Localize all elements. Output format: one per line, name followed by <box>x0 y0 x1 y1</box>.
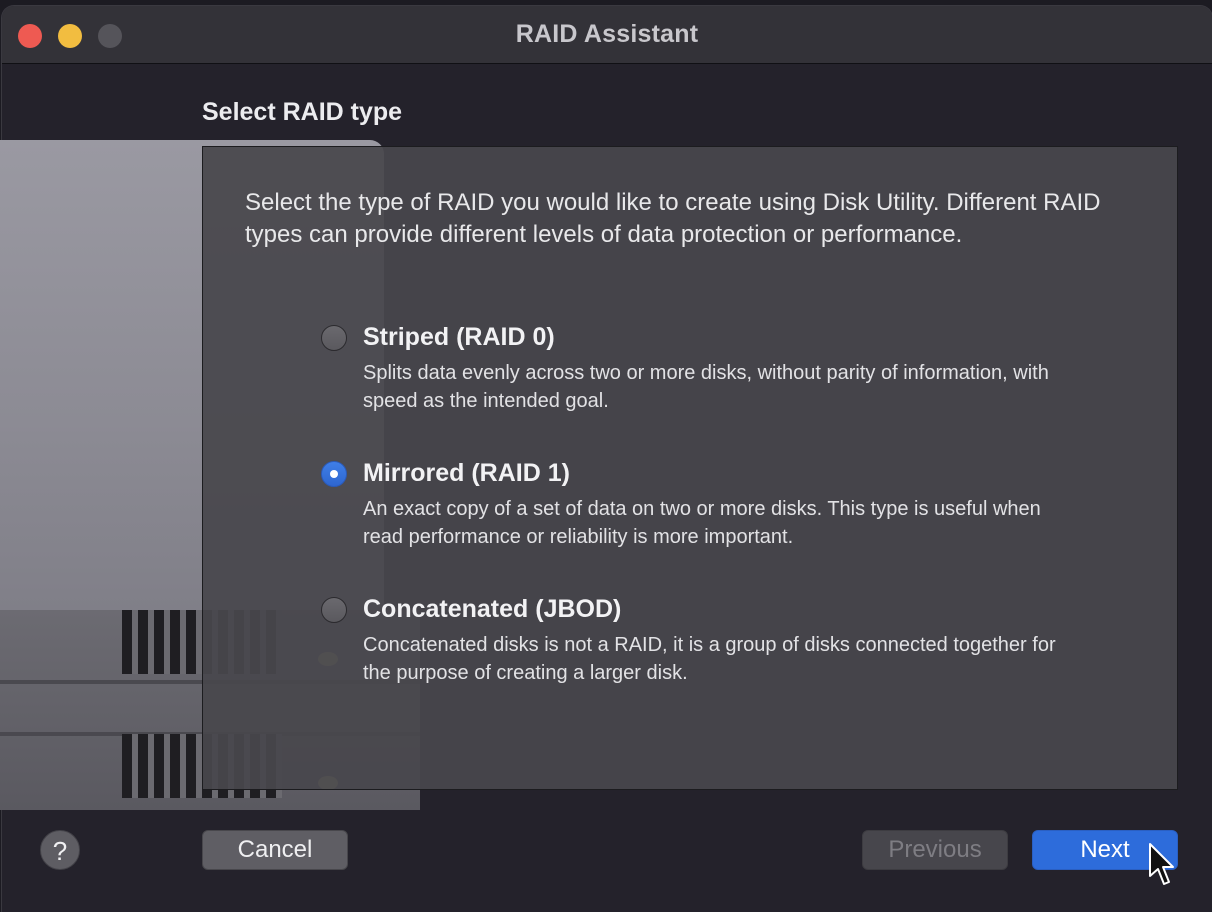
page-heading: Select RAID type <box>202 98 403 126</box>
option-title: Concatenated (JBOD) <box>363 595 622 623</box>
intro-text: Select the type of RAID you would like t… <box>245 189 1101 248</box>
mouse-pointer-icon <box>1149 843 1174 885</box>
window-title: RAID Assistant <box>515 20 699 48</box>
option-description: Concatenated disks is not a RAID, it is … <box>363 634 1056 684</box>
previous-button[interactable]: Previous <box>862 830 1008 870</box>
help-button[interactable]: ? <box>40 830 80 870</box>
option-title: Mirrored (RAID 1) <box>363 459 570 487</box>
title-bar: RAID Assistant <box>2 6 1212 64</box>
cancel-button[interactable]: Cancel <box>202 830 348 870</box>
option-title: Striped (RAID 0) <box>363 323 555 351</box>
option-description: An exact copy of a set of data on two or… <box>363 498 1041 548</box>
mirrored-radio[interactable] <box>321 461 347 487</box>
raid-type-panel: Select the type of RAID you would like t… <box>202 146 1178 790</box>
concatenated-radio[interactable] <box>321 597 347 623</box>
option-description: Splits data evenly across two or more di… <box>363 362 1049 412</box>
striped-radio[interactable] <box>321 325 347 351</box>
